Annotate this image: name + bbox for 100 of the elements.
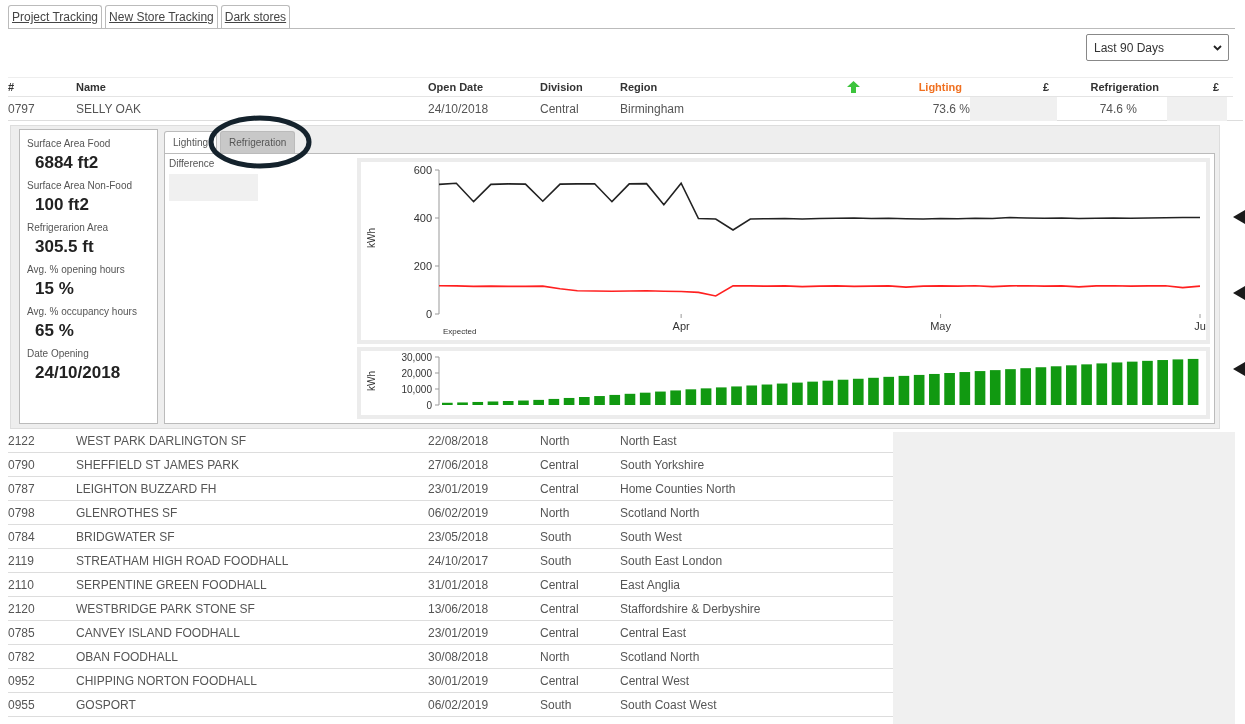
table-cell-text: Birmingham <box>620 102 686 116</box>
table-cell-text: South West <box>620 529 683 544</box>
table-cell-text: 13/06/2018 <box>428 601 490 616</box>
column-header: Refrigeration <box>1089 81 1160 93</box>
table-cell-text: BRIDGWATER SF <box>76 529 176 544</box>
table-cell-text: 2110 <box>8 577 35 592</box>
x-tick-label: May <box>930 320 951 332</box>
column-header: Region <box>620 81 659 93</box>
table-cell-text: 2119 <box>8 553 35 568</box>
bar <box>1126 361 1138 405</box>
table-cell-text: East Anglia <box>620 577 682 592</box>
table-cell-text: GOSPORT <box>76 697 137 712</box>
stat-value: 305.5 ft <box>34 237 95 257</box>
bar <box>1035 367 1047 405</box>
bar <box>670 390 681 405</box>
bar <box>1050 366 1062 405</box>
bar <box>776 383 788 405</box>
page-tab[interactable]: Project Tracking <box>8 5 103 28</box>
table-cell-text: 06/02/2019 <box>428 505 490 520</box>
table-cell-text: 0790 <box>8 457 36 472</box>
table-cell-text: WEST PARK DARLINGTON SF <box>76 433 248 448</box>
table-cell-text: Central West <box>620 673 691 688</box>
bar <box>1142 360 1153 405</box>
table-cell-text: 73.6 % <box>931 102 970 116</box>
table-cell-text: North <box>540 505 571 520</box>
bar <box>655 391 666 405</box>
bar <box>913 374 925 405</box>
page-tab[interactable]: Dark stores <box>220 5 291 28</box>
table-cell-text: 0785 <box>8 625 36 640</box>
table-cell-text: SHEFFIELD ST JAMES PARK <box>76 457 240 472</box>
bar <box>594 396 605 405</box>
stat-value: 15 % <box>34 279 75 299</box>
left-arrow-icon[interactable] <box>1233 210 1245 224</box>
table-cell-text: 74.6 % <box>1098 102 1138 116</box>
column-header: £ <box>1041 81 1050 93</box>
stat-value: 65 % <box>34 321 75 341</box>
y-tick-label: 0 <box>425 308 432 320</box>
table-cell-text: 0798 <box>8 505 36 520</box>
bar <box>822 380 834 405</box>
x-tick-label: Ju <box>1194 320 1206 332</box>
bar <box>1020 368 1031 405</box>
table-cell-text: 24/10/2017 <box>428 553 490 568</box>
stat-label: Surface Area Non-Food <box>27 180 134 191</box>
table-cell-text: Scotland North <box>620 505 701 520</box>
bar <box>548 398 560 405</box>
table-cell-text: 0787 <box>8 481 36 496</box>
bar <box>1081 364 1092 405</box>
bar <box>807 381 818 405</box>
bar <box>1005 369 1016 405</box>
y-tick-label: 400 <box>413 212 432 224</box>
bar <box>715 387 727 405</box>
left-arrow-icon[interactable] <box>1233 362 1245 376</box>
chevron-down-icon <box>1213 44 1222 51</box>
bar <box>472 401 484 405</box>
column-header: # <box>8 81 16 93</box>
table-cell-text: North East <box>620 433 678 448</box>
table-cell-text: 2120 <box>8 601 36 616</box>
table-cell-text: OBAN FOODHALL <box>76 649 180 664</box>
table-cell-text: Central <box>540 577 580 592</box>
bar <box>1172 359 1184 405</box>
table-cell-text: 0784 <box>8 529 36 544</box>
column-header: Division <box>540 81 584 93</box>
bar <box>1066 365 1077 405</box>
table-cell-text: North <box>540 433 571 448</box>
column-header: £ <box>1211 81 1220 93</box>
bar <box>989 370 1001 405</box>
page-tab[interactable]: New Store Tracking <box>105 5 218 28</box>
stat-value: 100 ft2 <box>34 195 90 215</box>
y-tick-label: 200 <box>413 260 432 272</box>
table-cell-text: Staffordshire & Derbyshire <box>620 601 762 616</box>
stat-value: 24/10/2018 <box>34 363 122 383</box>
table-cell-text: South <box>540 529 573 544</box>
table-cell-text: Home Counties North <box>620 481 737 496</box>
x-tick-label: Apr <box>672 320 690 332</box>
table-cell-text: South Coast West <box>620 697 718 712</box>
table-cell-text: 2122 <box>8 433 36 448</box>
chart-tab[interactable]: Lighting <box>164 131 218 153</box>
column-header: Lighting <box>917 81 963 93</box>
stat-label: Date Opening <box>27 348 90 359</box>
bar <box>533 399 544 405</box>
table-cell-text: 23/01/2019 <box>428 481 490 496</box>
table-cell-text: CHIPPING NORTON FOODHALL <box>76 673 258 688</box>
table-cell-text: Central <box>540 481 580 496</box>
chart-tab[interactable]: Refrigeration <box>220 131 296 153</box>
bar <box>700 388 712 405</box>
up-arrow-icon <box>847 81 860 93</box>
bar <box>487 401 499 405</box>
bar <box>898 375 910 405</box>
bar <box>731 386 742 405</box>
legend-label: Expected <box>443 327 477 336</box>
table-cell-text: SELLY OAK <box>76 102 142 116</box>
table-cell-text: 0955 <box>8 697 36 712</box>
bar <box>929 373 940 405</box>
table-cell-text: South <box>540 697 573 712</box>
y-tick-label: 600 <box>413 164 432 176</box>
bar <box>974 371 986 405</box>
column-header: Name <box>76 81 107 93</box>
left-arrow-icon[interactable] <box>1233 286 1245 300</box>
y-tick-label: 10,000 <box>401 383 432 395</box>
period-select[interactable]: Last 90 Days <box>1086 34 1229 61</box>
